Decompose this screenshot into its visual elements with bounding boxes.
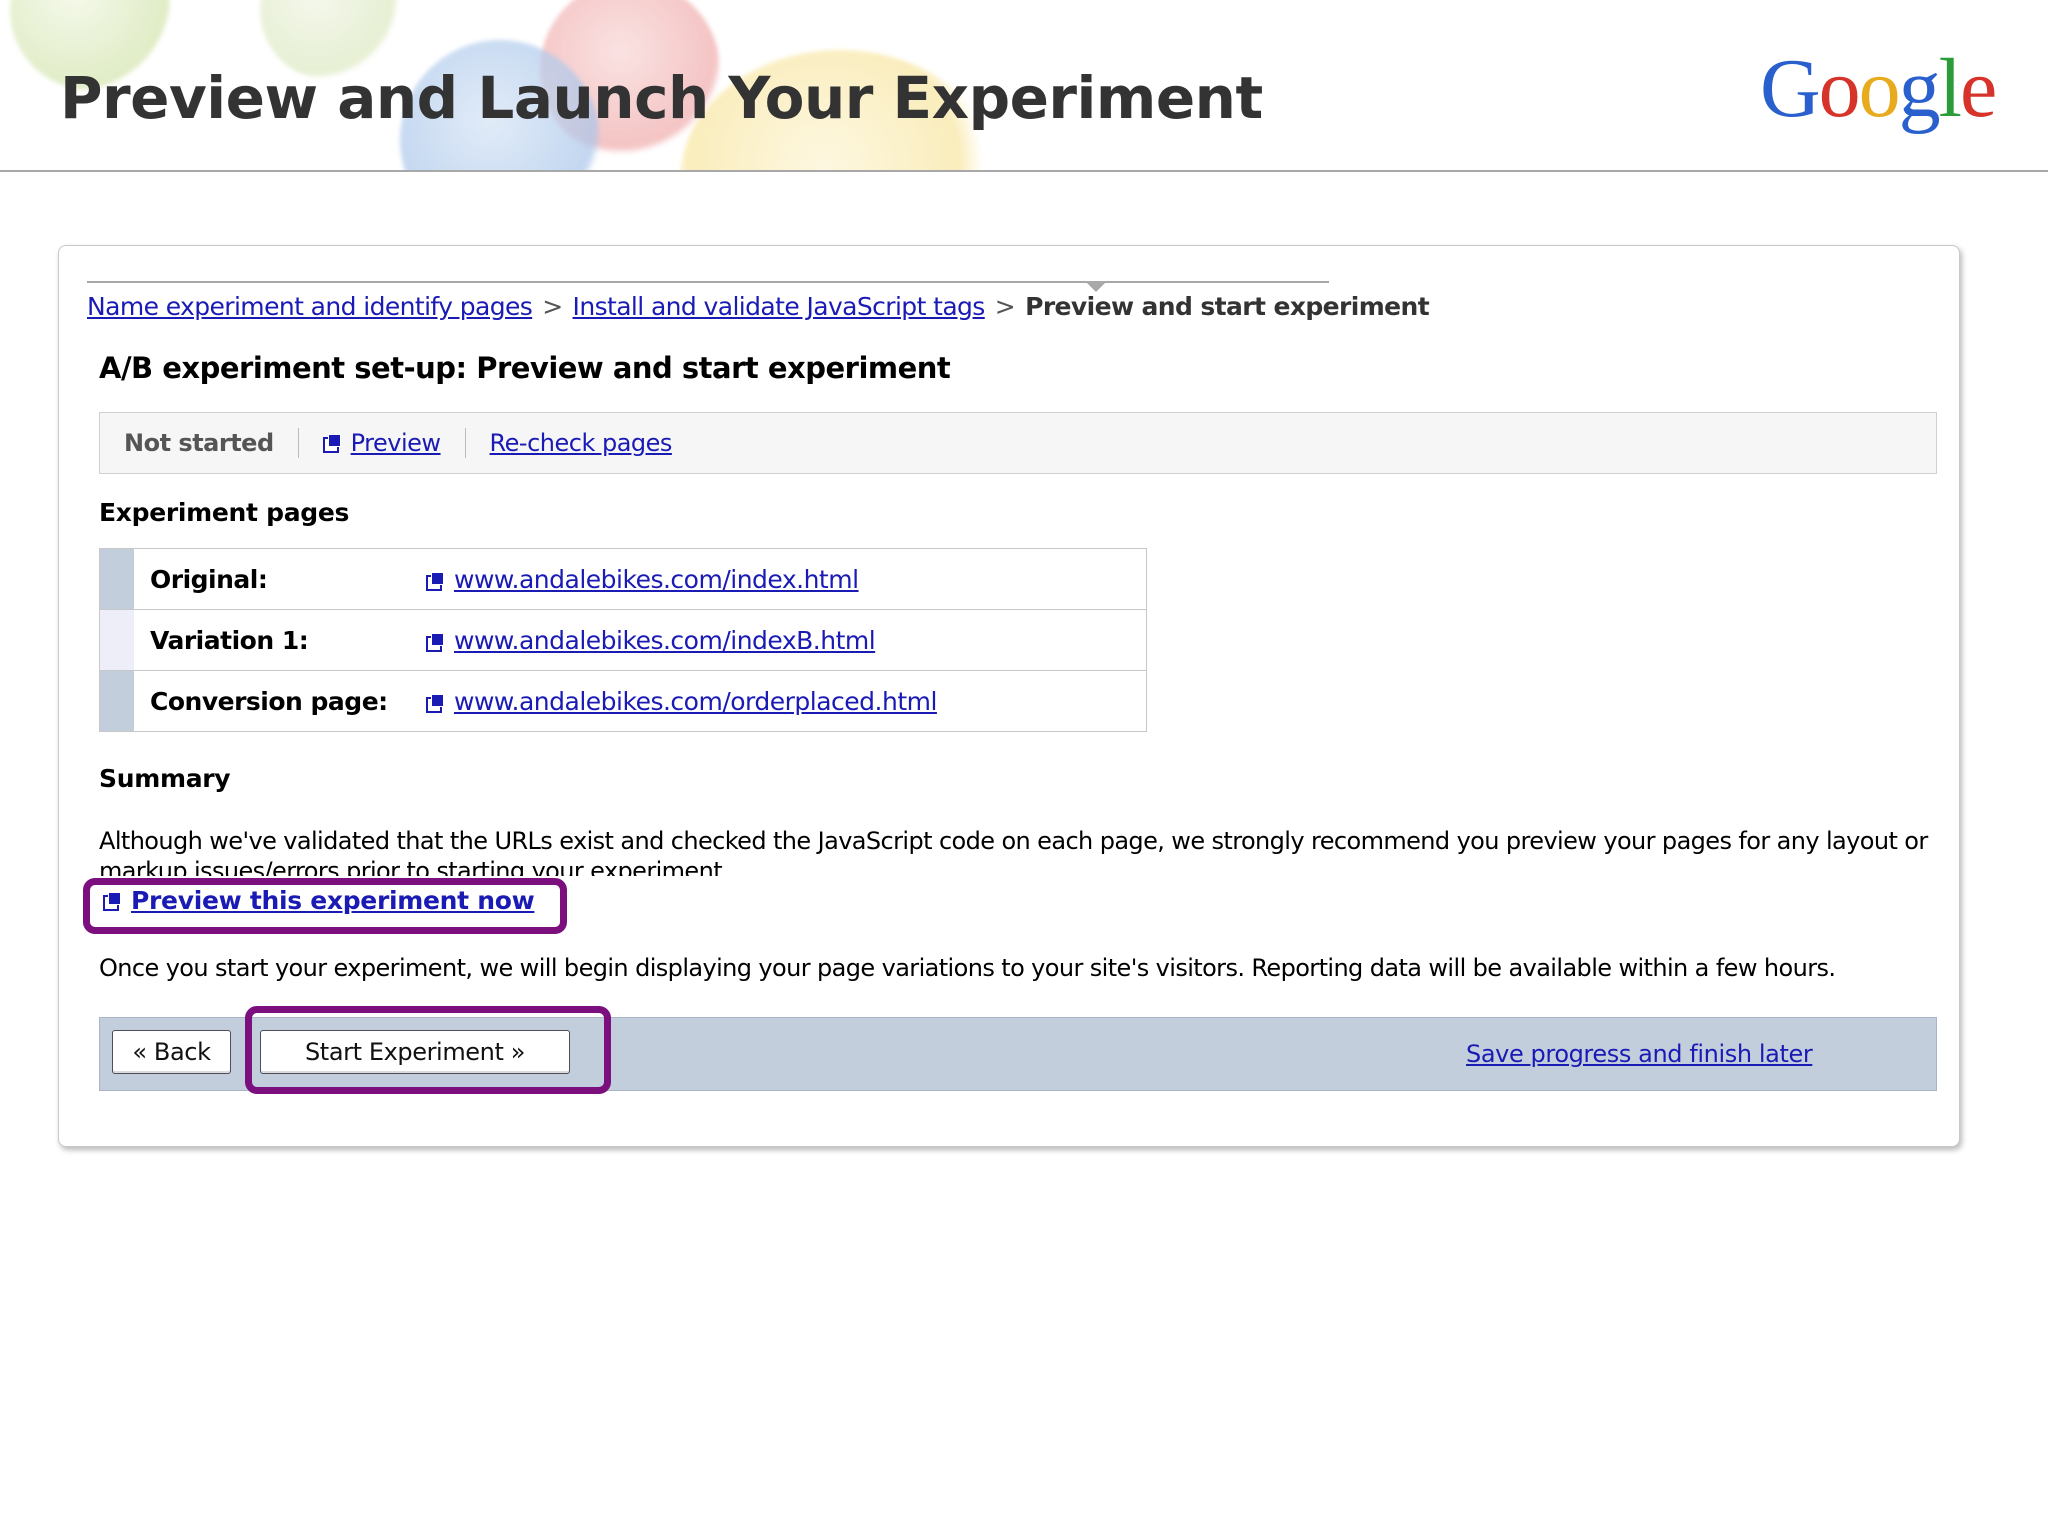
table-row: Original: www.andalebikes.com/index.html — [99, 548, 1147, 610]
recheck-pages-link[interactable]: Re-check pages — [490, 429, 673, 457]
table-row: Conversion page: www.andalebikes.com/ord… — [99, 670, 1147, 732]
open-window-icon — [426, 693, 444, 713]
start-info-text: Once you start your experiment, we will … — [99, 954, 1836, 982]
breadcrumb-step-install-tags[interactable]: Install and validate JavaScript tags — [573, 292, 986, 321]
breadcrumb-step-current: Preview and start experiment — [1025, 292, 1430, 321]
summary-heading: Summary — [99, 764, 231, 793]
breadcrumb-separator: > — [994, 292, 1016, 321]
highlight-box-start — [245, 1006, 611, 1094]
slide-title: Preview and Launch Your Experiment — [60, 64, 1263, 132]
open-window-icon — [322, 434, 341, 453]
preview-experiment-now-link[interactable]: Preview this experiment now — [131, 886, 535, 915]
slide-header: Preview and Launch Your Experiment Googl… — [0, 0, 2048, 172]
breadcrumb: Name experiment and identify pages > Insta… — [87, 292, 1430, 321]
row-color-swatch — [99, 609, 134, 671]
google-logo: Google — [1760, 42, 1997, 135]
preview-link[interactable]: Preview — [351, 429, 441, 457]
breadcrumb-step-name-experiment[interactable]: Name experiment and identify pages — [87, 292, 533, 321]
experiment-setup-panel: Name experiment and identify pages > Insta… — [58, 245, 1960, 1147]
open-window-icon — [103, 891, 121, 911]
wizard-progress-line — [87, 281, 1329, 283]
open-window-icon — [426, 632, 444, 652]
experiment-pages-table: Original: www.andalebikes.com/index.html… — [99, 548, 1147, 732]
open-window-icon — [426, 571, 444, 591]
page-url-link[interactable]: www.andalebikes.com/orderplaced.html — [454, 687, 937, 716]
page-label: Conversion page: — [150, 686, 388, 716]
preview-now-row: Preview this experiment now — [103, 886, 535, 915]
experiment-pages-heading: Experiment pages — [99, 498, 350, 527]
page-url-link[interactable]: www.andalebikes.com/index.html — [454, 565, 859, 594]
page-heading: A/B experiment set-up: Preview and start… — [99, 351, 951, 385]
page-url-link[interactable]: www.andalebikes.com/indexB.html — [454, 626, 876, 655]
page-label: Variation 1: — [150, 625, 309, 655]
save-progress-link[interactable]: Save progress and finish later — [1466, 1040, 1813, 1068]
breadcrumb-separator: > — [542, 292, 563, 321]
summary-text: Although we've validated that the URLs e… — [99, 827, 1928, 876]
row-color-swatch — [99, 548, 134, 610]
status-badge: Not started — [124, 429, 274, 457]
table-row: Variation 1: www.andalebikes.com/indexB.… — [99, 609, 1147, 671]
back-button[interactable]: « Back — [112, 1030, 231, 1074]
status-bar: Not started Preview Re-check pages — [99, 412, 1937, 474]
page-label: Original: — [150, 564, 268, 594]
wizard-current-step-caret — [1087, 283, 1105, 292]
row-color-swatch — [99, 670, 134, 732]
